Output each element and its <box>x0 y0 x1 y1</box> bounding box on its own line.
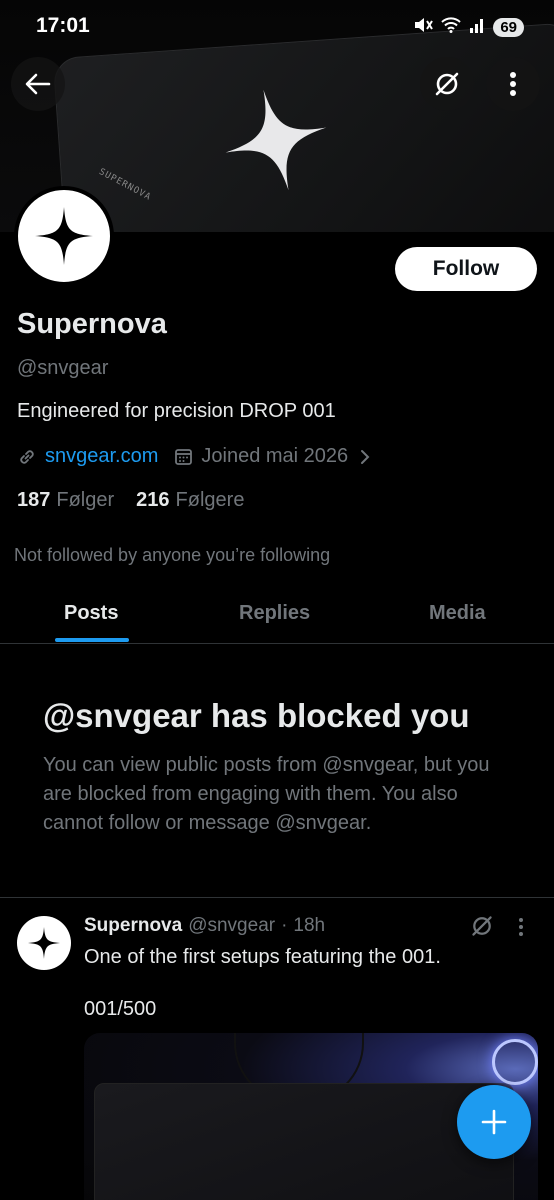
media-mousepad <box>94 1083 514 1200</box>
post-author-avatar[interactable] <box>17 916 71 970</box>
grok-icon <box>472 916 492 936</box>
supernova-star-logo <box>225 89 327 191</box>
more-vertical-icon <box>519 918 523 936</box>
supernova-avatar-star-icon <box>35 207 93 265</box>
followers-count-link[interactable]: 216 Følgere <box>136 489 244 512</box>
blocked-title: @snvgear has blocked you <box>43 697 470 734</box>
status-icons: 69 <box>413 16 524 39</box>
back-button[interactable] <box>11 57 65 111</box>
more-vertical-icon <box>510 72 516 96</box>
supernova-avatar-star-icon <box>28 927 60 959</box>
post-more-button[interactable] <box>518 917 524 942</box>
profile-meta: snvgear.com Joined mai 2026 <box>17 445 370 468</box>
link-icon <box>20 449 34 464</box>
following-count-link[interactable]: 187 Følger <box>17 489 114 512</box>
more-options-button[interactable] <box>486 57 540 111</box>
grok-icon <box>435 72 459 96</box>
post-time[interactable]: 18h <box>293 915 325 937</box>
status-time: 17:01 <box>36 14 90 37</box>
mute-icon <box>413 16 434 39</box>
arrow-left-icon <box>25 73 51 95</box>
battery-indicator: 69 <box>493 18 524 37</box>
status-bar: 17:01 69 <box>0 0 554 56</box>
post-header: Supernova @snvgear · 18h <box>84 915 325 937</box>
post-text: One of the first setups featuring the 00… <box>84 946 441 968</box>
calendar-icon <box>175 449 193 465</box>
signal-icon <box>469 17 485 38</box>
compose-button[interactable] <box>457 1085 531 1159</box>
following-count: 187 <box>17 489 51 511</box>
profile-joined-date: Joined mai 2026 <box>201 445 349 467</box>
post-grok-button[interactable] <box>470 914 494 943</box>
followers-label: Følgere <box>175 489 245 511</box>
profile-website-link[interactable]: snvgear.com <box>45 445 158 468</box>
active-tab-indicator <box>55 638 129 642</box>
tab-replies[interactable]: Replies <box>239 602 310 625</box>
chevron-right-icon[interactable] <box>360 449 370 465</box>
post-author-handle[interactable]: @snvgear <box>188 915 275 937</box>
profile-tabs: Posts Replies Media <box>0 586 554 644</box>
plus-icon <box>481 1109 507 1135</box>
section-divider <box>0 897 554 898</box>
profile-handle: @snvgear <box>17 357 109 379</box>
social-context-text: Not followed by anyone you’re following <box>14 545 331 565</box>
blocked-description: You can view public posts from @snvgear,… <box>43 754 490 834</box>
wifi-icon <box>441 17 462 38</box>
profile-avatar[interactable] <box>14 186 114 286</box>
follow-counts: 187 Følger 216 Følgere <box>17 489 244 512</box>
post-text-line-2: 001/500 <box>84 998 157 1020</box>
follow-button[interactable]: Follow <box>395 247 537 291</box>
grok-button[interactable] <box>420 57 474 111</box>
tab-posts[interactable]: Posts <box>64 602 118 625</box>
post-separator: · <box>281 915 288 936</box>
post-author-name[interactable]: Supernova <box>84 915 182 937</box>
tab-media[interactable]: Media <box>429 602 486 625</box>
profile-display-name: Supernova <box>17 308 167 340</box>
media-fan-light <box>492 1039 538 1085</box>
followers-count: 216 <box>136 489 170 511</box>
following-label: Følger <box>56 489 115 511</box>
profile-bio: Engineered for precision DROP 001 <box>17 400 336 422</box>
